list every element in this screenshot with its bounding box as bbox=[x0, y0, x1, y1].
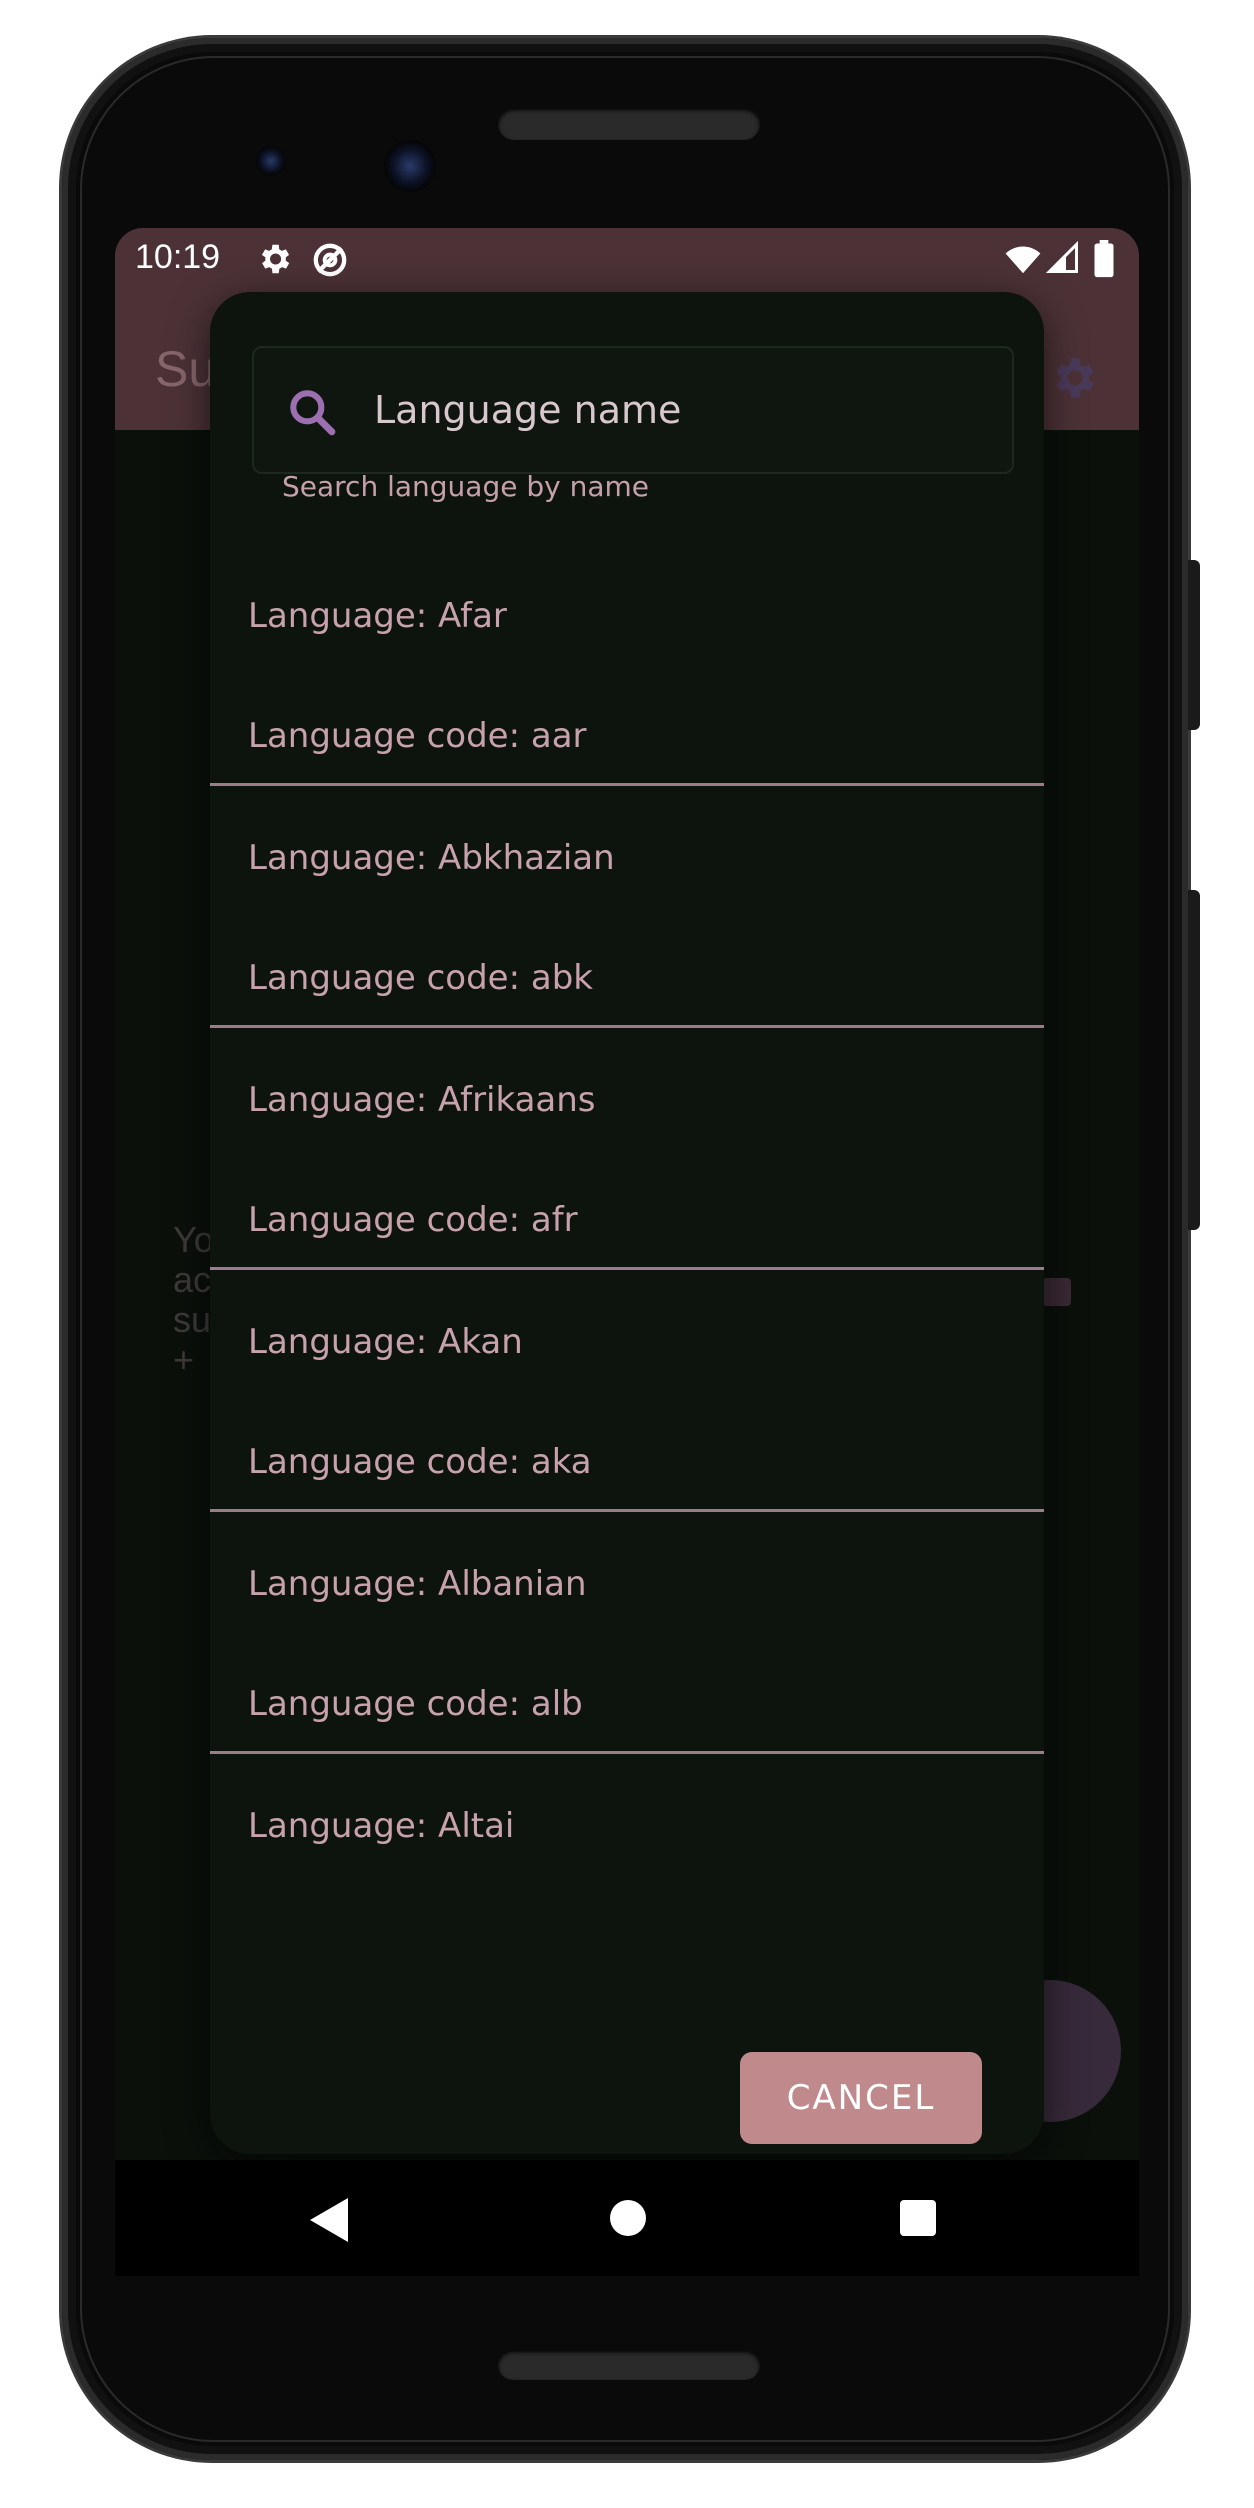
language-code: Language code: abk bbox=[248, 958, 593, 998]
volume-button bbox=[1188, 890, 1200, 1230]
signal-icon bbox=[1045, 240, 1081, 280]
search-icon bbox=[284, 384, 340, 444]
sync-off-icon bbox=[310, 240, 350, 284]
language-picker-dialog: Search language by name Language: Afar L… bbox=[210, 292, 1044, 2154]
language-code: Language code: aka bbox=[248, 1442, 592, 1482]
language-list: Language: Afar Language code: aar Langua… bbox=[210, 544, 1044, 1996]
bottom-speaker bbox=[498, 2350, 760, 2380]
settings-icon bbox=[255, 240, 293, 282]
wifi-icon bbox=[1003, 240, 1043, 282]
search-field bbox=[252, 346, 1014, 474]
earpiece-speaker bbox=[498, 108, 760, 140]
home-icon[interactable] bbox=[610, 2200, 646, 2236]
bg-text-line: ac bbox=[173, 1259, 212, 1300]
app-title: Su bbox=[155, 341, 217, 397]
power-button bbox=[1188, 560, 1200, 730]
language-name: Language: Albanian bbox=[248, 1564, 587, 1604]
language-name: Language: Afrikaans bbox=[248, 1080, 596, 1120]
language-name: Language: Altai bbox=[248, 1806, 515, 1846]
battery-icon bbox=[1093, 240, 1115, 282]
language-code: Language code: alb bbox=[248, 1684, 583, 1724]
list-item[interactable]: Language: Afrikaans Language code: afr bbox=[210, 1028, 1044, 1270]
language-code: Language code: aar bbox=[248, 716, 587, 756]
status-time: 10:19 bbox=[135, 238, 221, 276]
list-item[interactable]: Language: Altai bbox=[210, 1754, 1044, 1996]
front-camera bbox=[256, 146, 286, 176]
bg-text-line: + bbox=[173, 1339, 195, 1380]
list-item[interactable]: Language: Albanian Language code: alb bbox=[210, 1512, 1044, 1754]
background-empty-text: Yo ac su + bbox=[173, 1220, 214, 1380]
add-icon bbox=[1043, 1278, 1071, 1306]
language-name: Language: Afar bbox=[248, 596, 507, 636]
language-code: Language code: afr bbox=[248, 1200, 578, 1240]
navigation-bar bbox=[115, 2160, 1139, 2276]
bg-text-line: su bbox=[173, 1299, 212, 1340]
list-item[interactable]: Language: Abkhazian Language code: abk bbox=[210, 786, 1044, 1028]
back-icon[interactable] bbox=[310, 2198, 348, 2242]
language-name: Language: Akan bbox=[248, 1322, 523, 1362]
recents-icon[interactable] bbox=[900, 2200, 936, 2236]
front-camera-secondary bbox=[384, 140, 436, 192]
status-bar: 10:19 bbox=[115, 228, 1139, 290]
search-helper-text: Search language by name bbox=[282, 470, 650, 503]
settings-icon[interactable] bbox=[1047, 352, 1099, 408]
search-input[interactable] bbox=[372, 382, 976, 438]
list-item[interactable]: Language: Akan Language code: aka bbox=[210, 1270, 1044, 1512]
bg-text-line: Yo bbox=[173, 1219, 214, 1260]
language-name: Language: Abkhazian bbox=[248, 838, 615, 878]
list-item[interactable]: Language: Afar Language code: aar bbox=[210, 544, 1044, 786]
cancel-button[interactable]: CANCEL bbox=[740, 2052, 982, 2144]
